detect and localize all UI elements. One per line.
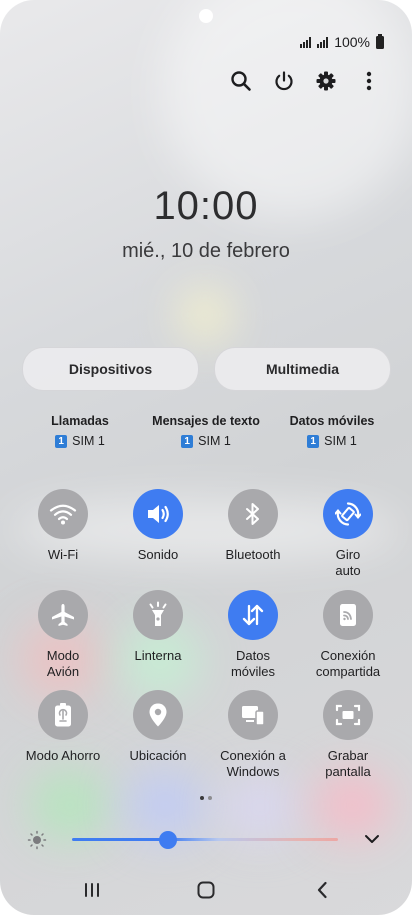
sim-badge-icon: 1 [307, 434, 320, 448]
media-button[interactable]: Multimedia [214, 347, 391, 391]
tile-bluetooth[interactable]: Bluetooth [205, 489, 301, 563]
battery-icon [376, 33, 384, 49]
sim-pref-title: Datos móviles [289, 414, 375, 428]
sim-badge-icon: 1 [55, 434, 68, 448]
mobile-data-icon [228, 590, 278, 640]
back-icon[interactable] [302, 872, 342, 908]
sim-pref-title: Mensajes de texto [152, 414, 260, 428]
panel-actions [0, 66, 412, 96]
hotspot-icon [323, 590, 373, 640]
tile-label: Modo Avión [46, 648, 80, 679]
tile-airplane-mode[interactable]: Modo Avión [15, 590, 111, 680]
page-dot [208, 796, 212, 800]
tile-label: Ubicación [129, 748, 187, 763]
tile-link-to-windows[interactable]: Conexión a Windows [205, 690, 301, 780]
battery-percent: 100% [334, 34, 370, 50]
chevron-down-icon[interactable] [364, 832, 380, 850]
power-icon[interactable] [269, 66, 299, 96]
brightness-slider[interactable] [72, 838, 338, 841]
sim-pref-title: Llamadas [51, 414, 109, 428]
tile-label: Conexión a Windows [220, 748, 286, 779]
tile-flashlight[interactable]: Linterna [110, 590, 206, 664]
power-saving-icon [38, 690, 88, 740]
recents-icon[interactable] [72, 872, 112, 908]
tile-label: Bluetooth [225, 547, 281, 562]
tile-power-saving[interactable]: Modo Ahorro [15, 690, 111, 764]
tile-mobile-data[interactable]: Datos móviles [205, 590, 301, 680]
tile-location[interactable]: Ubicación [110, 690, 206, 764]
sim-pref-value: SIM 1 [72, 434, 105, 448]
signal-sim1-icon [300, 36, 312, 48]
airplane-icon [38, 590, 88, 640]
search-icon[interactable] [226, 66, 256, 96]
devices-button[interactable]: Dispositivos [22, 347, 199, 391]
home-icon[interactable] [186, 872, 226, 908]
sim-pref-calls[interactable]: Llamadas 1 SIM 1 [30, 414, 130, 448]
sim-pref-data[interactable]: Datos móviles 1 SIM 1 [280, 414, 384, 448]
brightness-sun-icon [27, 830, 47, 855]
wallpaper-glow [180, 290, 230, 340]
tile-screen-record[interactable]: Grabar pantalla [300, 690, 396, 780]
tile-label: Modo Ahorro [25, 748, 101, 763]
bluetooth-icon [228, 489, 278, 539]
tile-label: Grabar pantalla [325, 748, 371, 779]
tile-label: Linterna [134, 648, 182, 663]
more-vert-icon[interactable] [354, 66, 384, 96]
brightness-control [0, 822, 412, 856]
sim-pref-value: SIM 1 [324, 434, 357, 448]
tile-label: Conexión compartida [315, 648, 381, 679]
signal-sim2-icon [317, 36, 329, 48]
flashlight-icon [133, 590, 183, 640]
navigation-bar [0, 872, 412, 908]
sim-pref-value: SIM 1 [198, 434, 231, 448]
status-bar: 100% [300, 33, 384, 50]
settings-gear-icon[interactable] [311, 66, 341, 96]
clock-date: mié., 10 de febrero [122, 240, 290, 262]
tile-label: Datos móviles [230, 648, 276, 679]
link-to-windows-icon [228, 690, 278, 740]
screen-record-icon [323, 690, 373, 740]
tile-label: Wi-Fi [47, 547, 79, 562]
sim-pref-messages[interactable]: Mensajes de texto 1 SIM 1 [146, 414, 266, 448]
volume-icon [133, 489, 183, 539]
tile-label: Sonido [137, 547, 179, 562]
page-dot-active [200, 796, 204, 800]
location-icon [133, 690, 183, 740]
clock-time: 10:00 [153, 184, 259, 228]
tile-hotspot[interactable]: Conexión compartida [300, 590, 396, 680]
tile-label: Giro auto [335, 547, 361, 578]
tile-auto-rotate[interactable]: Giro auto [300, 489, 396, 579]
tile-sound[interactable]: Sonido [110, 489, 206, 563]
wifi-icon [38, 489, 88, 539]
sim-badge-icon: 1 [181, 434, 194, 448]
quick-settings-panel: 100% 10:00 mié., 10 de febrero Dispositi… [0, 0, 412, 915]
auto-rotate-icon [323, 489, 373, 539]
page-indicator [0, 796, 412, 800]
brightness-slider-thumb[interactable] [158, 831, 177, 849]
camera-cutout [199, 9, 213, 23]
tile-wifi[interactable]: Wi-Fi [15, 489, 111, 563]
